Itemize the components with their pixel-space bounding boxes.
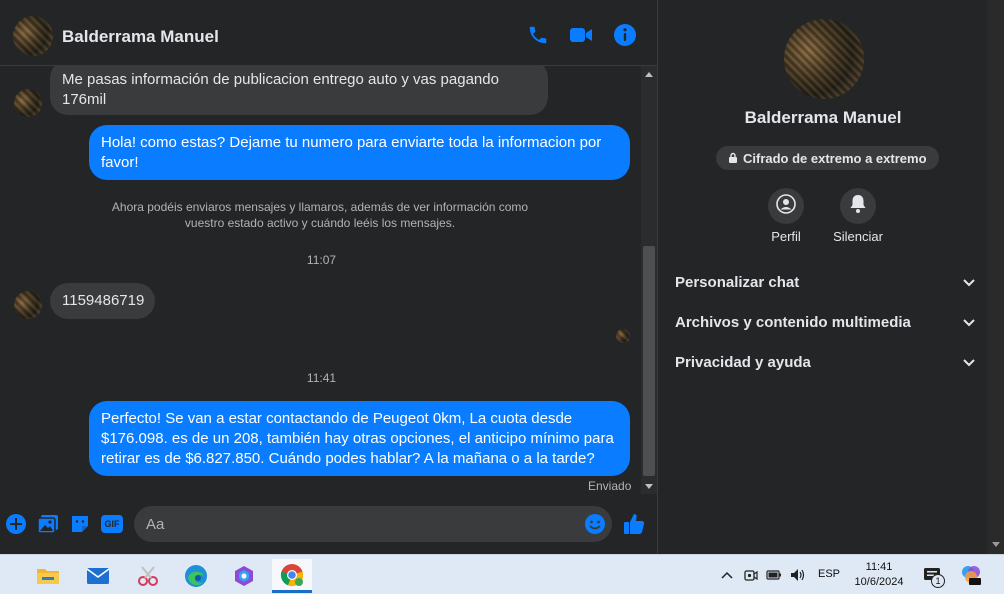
profile-avatar[interactable] xyxy=(784,19,864,99)
chevron-up-icon[interactable] xyxy=(719,567,735,583)
video-icon[interactable] xyxy=(568,22,594,48)
section-customize-chat[interactable]: Personalizar chat xyxy=(675,270,975,294)
e2e-label: Cifrado de extremo a extremo xyxy=(743,150,927,166)
sender-avatar[interactable] xyxy=(14,291,42,319)
camera-privacy-icon[interactable] xyxy=(743,567,759,583)
section-label: Personalizar chat xyxy=(675,273,800,291)
message-scrollbar[interactable] xyxy=(641,66,657,494)
message-input[interactable] xyxy=(134,506,612,542)
profile-label: Perfil xyxy=(771,229,801,244)
messenger-window: Balderrama Manuel Me pasas información d… xyxy=(0,0,1004,554)
copilot-pre-icon[interactable] xyxy=(960,564,982,586)
timestamp-separator: 11:07 xyxy=(306,253,337,267)
info-icon[interactable] xyxy=(612,22,638,48)
battery-icon[interactable] xyxy=(766,567,782,583)
plus-icon[interactable] xyxy=(4,512,28,536)
clock[interactable]: 11:41 10/6/2024 xyxy=(850,560,908,590)
gif-label: GIF xyxy=(101,515,123,533)
scroll-down-arrow[interactable] xyxy=(645,484,653,489)
mute-label: Silenciar xyxy=(833,229,883,244)
chat-panel: Balderrama Manuel Me pasas información d… xyxy=(0,0,657,554)
volume-icon[interactable] xyxy=(790,567,806,583)
section-label: Privacidad y ayuda xyxy=(675,353,811,371)
image-icon[interactable] xyxy=(36,512,60,536)
message-list[interactable]: Me pasas información de publicacion entr… xyxy=(0,66,643,494)
chat-header: Balderrama Manuel xyxy=(0,0,657,66)
section-privacy-help[interactable]: Privacidad y ayuda xyxy=(675,350,975,374)
message-status: Enviado xyxy=(588,479,632,493)
conversation-details-panel: Balderrama Manuel Cifrado de extremo a e… xyxy=(657,0,987,554)
profile-button[interactable] xyxy=(768,188,804,224)
profile-icon xyxy=(776,193,796,219)
emoji-icon[interactable] xyxy=(583,512,607,536)
taskbar-overflow-icon[interactable] xyxy=(0,565,6,585)
notification-icon[interactable]: 1 xyxy=(922,565,945,588)
scroll-up-arrow[interactable] xyxy=(645,72,653,77)
incoming-message[interactable]: Me pasas información de publicacion entr… xyxy=(50,66,548,115)
edge-icon[interactable] xyxy=(176,559,216,593)
clock-date: 10/6/2024 xyxy=(854,576,904,588)
thumbs-up-icon[interactable] xyxy=(622,512,646,536)
file-explorer-icon[interactable] xyxy=(28,559,68,593)
mute-button[interactable] xyxy=(840,188,876,224)
mail-icon[interactable] xyxy=(78,559,118,593)
system-notice: Ahora podéis enviaros mensajes y llamaro… xyxy=(111,200,529,230)
e2e-badge[interactable]: Cifrado de extremo a extremo xyxy=(716,146,939,170)
phone-icon[interactable] xyxy=(525,22,551,48)
section-label: Archivos y contenido multimedia xyxy=(675,313,911,331)
bell-icon xyxy=(849,194,867,219)
scroll-down-arrow[interactable] xyxy=(992,542,1000,547)
panel-scrollbar[interactable] xyxy=(987,0,1004,554)
copilot-icon[interactable] xyxy=(224,559,264,593)
composer-bar: GIF xyxy=(0,498,657,554)
clock-time: 11:41 xyxy=(865,561,893,573)
chevron-down-icon xyxy=(963,274,975,291)
profile-name: Balderrama Manuel xyxy=(744,108,902,127)
outgoing-message[interactable]: Perfecto! Se van a estar contactando de … xyxy=(89,401,630,476)
scroll-thumb[interactable] xyxy=(643,246,655,476)
timestamp-separator: 11:41 xyxy=(306,371,337,385)
contact-avatar[interactable] xyxy=(13,16,53,56)
notification-count: 1 xyxy=(931,574,945,588)
windows-taskbar: ESP 11:41 10/6/2024 1 xyxy=(0,554,1004,594)
section-media-files[interactable]: Archivos y contenido multimedia xyxy=(675,310,975,334)
contact-name[interactable]: Balderrama Manuel xyxy=(62,27,219,47)
lock-icon xyxy=(728,151,738,166)
snipping-tool-icon[interactable] xyxy=(128,559,168,593)
chrome-icon[interactable] xyxy=(272,559,312,593)
gif-icon[interactable]: GIF xyxy=(100,512,124,536)
incoming-message[interactable]: 1159486719 xyxy=(50,283,155,319)
chevron-down-icon xyxy=(963,314,975,331)
sender-avatar[interactable] xyxy=(14,89,42,117)
read-receipt-avatar xyxy=(616,329,630,343)
chevron-down-icon xyxy=(963,354,975,371)
sticker-icon[interactable] xyxy=(68,512,92,536)
outgoing-message[interactable]: Hola! como estas? Dejame tu numero para … xyxy=(89,125,630,180)
input-language[interactable]: ESP xyxy=(818,568,840,580)
